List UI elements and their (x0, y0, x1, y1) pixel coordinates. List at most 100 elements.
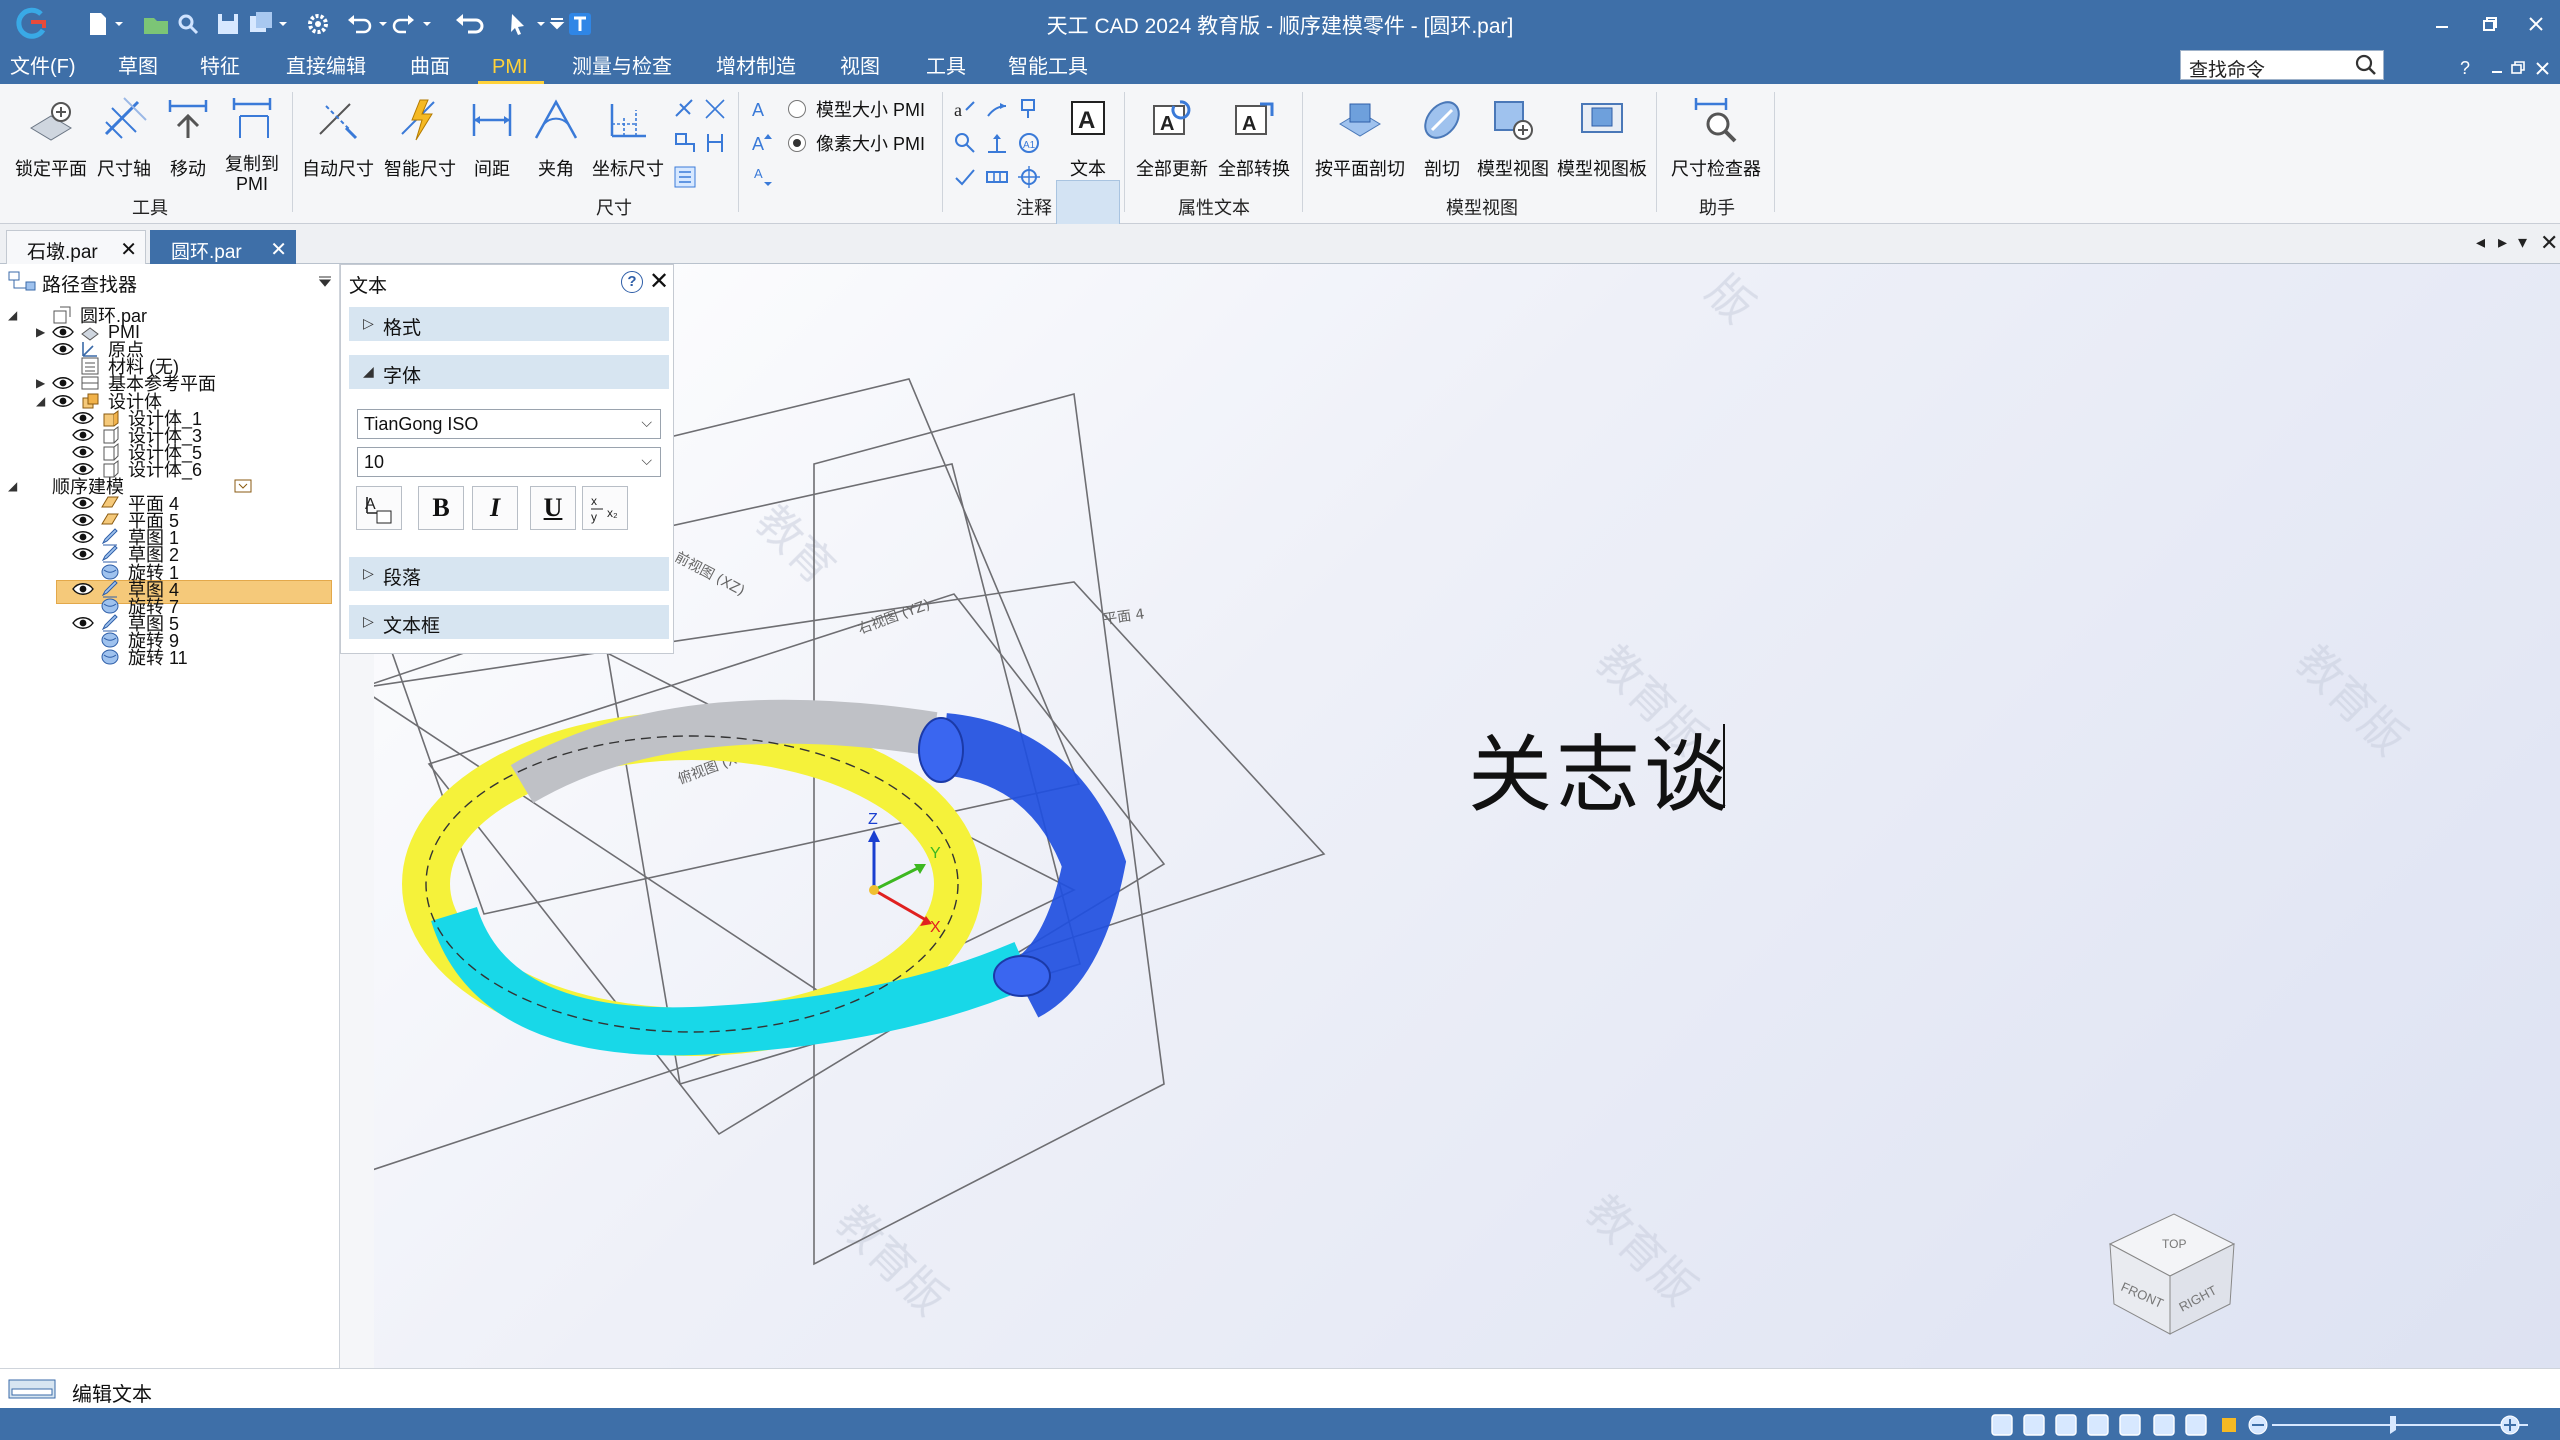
annotation-text[interactable]: 关志谈 (1468, 708, 1732, 829)
menu-tools[interactable]: 工具 (926, 54, 966, 80)
tab-stone-pier[interactable]: 石墩.par ✕ (6, 230, 146, 264)
view-orient-icon[interactable] (2153, 1414, 2175, 1436)
help-icon[interactable]: ? (621, 271, 643, 293)
back-icon[interactable] (450, 10, 490, 38)
menu-feature[interactable]: 特征 (200, 54, 240, 80)
dim-tool-icon-5[interactable] (672, 164, 698, 190)
zoom-icon[interactable] (2055, 1414, 2077, 1436)
restore-doc-icon[interactable] (2510, 58, 2528, 78)
dim-tool-icon-4[interactable] (702, 130, 728, 156)
save-icon[interactable] (212, 10, 246, 38)
dropdown-arrow-icon[interactable] (534, 10, 548, 38)
italic-button[interactable]: I (472, 486, 518, 530)
pan-icon[interactable] (2087, 1414, 2109, 1436)
select-arrow-icon[interactable] (504, 10, 534, 38)
minimize-button[interactable] (2422, 8, 2462, 40)
dim-checker-button[interactable]: 尺寸检查器 (1664, 94, 1768, 181)
leader-annot-icon[interactable]: a (952, 96, 978, 122)
text-size-icon[interactable]: A (750, 96, 776, 122)
tab-list-icon[interactable]: ▾ (2518, 232, 2527, 253)
underline-button[interactable]: U (530, 486, 576, 530)
dropdown-arrow-icon[interactable] (376, 10, 390, 38)
close-icon[interactable]: ✕ (649, 267, 669, 296)
smart-dim-button[interactable]: 智能尺寸 (380, 94, 460, 181)
help-icon[interactable]: ? (2456, 58, 2476, 78)
text-button[interactable]: A 文本 (1058, 94, 1118, 181)
customize-arrow-icon[interactable] (548, 10, 566, 38)
minimize-doc-icon[interactable] (2490, 58, 2506, 78)
dropdown-arrow-icon[interactable] (420, 10, 434, 38)
view-cube[interactable]: TOP FRONT RIGHT (2108, 1213, 2236, 1335)
search-icon[interactable] (2352, 52, 2380, 78)
torus-cut-face-top[interactable] (918, 717, 964, 783)
move-button[interactable]: 移动 (160, 94, 216, 181)
close-all-tabs-icon[interactable]: ✕ (2540, 230, 2558, 256)
close-tab-icon[interactable]: ✕ (270, 237, 287, 262)
zoom-slider-thumb[interactable] (2390, 1416, 2396, 1434)
menu-measure[interactable]: 测量与检查 (572, 54, 672, 80)
coord-dim-button[interactable]: 坐标尺寸 (588, 94, 668, 181)
angle-button[interactable]: 夹角 (526, 94, 586, 181)
close-tab-icon[interactable]: ✕ (120, 237, 137, 262)
text-tool-icon[interactable] (566, 10, 594, 38)
model-size-pmi-radio[interactable]: 模型大小 PMI (788, 96, 925, 122)
font-size-select[interactable]: 10 ⌵ (357, 447, 661, 477)
text-grow-icon[interactable]: A (750, 130, 776, 156)
text-shrink-icon[interactable]: A (750, 162, 776, 188)
torus-cut-face-bottom[interactable] (993, 955, 1051, 997)
menu-surface[interactable]: 曲面 (410, 54, 450, 80)
ruler-axis-button[interactable]: 尺寸轴 (90, 94, 158, 181)
close-doc-icon[interactable] (2534, 58, 2552, 78)
update-all-button[interactable]: A 全部更新 (1132, 94, 1212, 181)
zoom-area-icon[interactable] (1991, 1414, 2013, 1436)
convert-all-button[interactable]: A 全部转换 (1214, 94, 1294, 181)
menu-sketch[interactable]: 草图 (118, 54, 158, 80)
dropdown-arrow-icon[interactable] (112, 10, 126, 38)
command-bar-icon[interactable] (8, 1379, 56, 1399)
redo-icon[interactable] (390, 10, 420, 38)
dim-tool-icon-3[interactable] (672, 130, 698, 156)
close-window-button[interactable] (2516, 8, 2556, 40)
restore-button[interactable] (2470, 8, 2510, 40)
stack-text-button[interactable]: x y x₂ (582, 486, 628, 530)
zoom-fit-icon[interactable] (2023, 1414, 2045, 1436)
menu-pmi[interactable]: PMI (492, 54, 528, 80)
tab-torus[interactable]: 圆环.par ✕ (150, 230, 296, 264)
app-logo-icon[interactable] (14, 6, 48, 42)
section-format[interactable]: ▷ 格式 (349, 307, 669, 341)
tab-scroll-right-icon[interactable]: ▸ (2498, 232, 2507, 253)
render-style-icon[interactable] (2185, 1414, 2207, 1436)
model-view-button[interactable]: 模型视图 (1474, 94, 1552, 181)
frame-annot-icon[interactable] (984, 164, 1010, 190)
section-button[interactable]: 剖切 (1414, 94, 1470, 181)
auto-dim-button[interactable]: 自动尺寸 (300, 94, 376, 181)
collapse-icon[interactable]: ◢ (8, 308, 24, 322)
collapse-icon[interactable]: ◢ (36, 394, 52, 408)
menu-file[interactable]: 文件(F) (10, 54, 76, 80)
pixel-size-pmi-radio[interactable]: 像素大小 PMI (788, 130, 925, 156)
dropdown-arrow-icon[interactable] (276, 10, 290, 38)
section-by-plane-button[interactable]: 按平面剖切 (1312, 94, 1408, 181)
undo-icon[interactable] (342, 10, 376, 38)
color-style-icon[interactable] (2222, 1418, 2236, 1432)
torus-model[interactable] (402, 699, 1127, 1056)
dropdown-check-icon[interactable] (234, 479, 252, 493)
section-textbox[interactable]: ▷ 文本框 (349, 605, 669, 639)
copy-to-pmi-button[interactable]: 复制到 PMI (216, 94, 288, 194)
menu-additive[interactable]: 增材制造 (716, 54, 796, 80)
target-annot-icon[interactable] (1016, 164, 1042, 190)
lock-plane-button[interactable]: 锁定平面 (12, 94, 90, 181)
surface-annot-icon[interactable]: A1 (1016, 130, 1042, 156)
new-file-icon[interactable] (84, 10, 112, 38)
model-scene[interactable]: 版 教育 教育版 教育版 教育版 教育版 前视图 (XZ) 右视图 (YZ) 平… (374, 264, 2560, 1368)
plane4-outline[interactable] (374, 581, 1326, 1174)
arrow-annot-icon[interactable] (984, 96, 1010, 122)
menu-smart-tools[interactable]: 智能工具 (1008, 54, 1088, 80)
text-fit-button[interactable]: A (356, 486, 402, 530)
collapse-icon[interactable]: ◢ (8, 479, 24, 493)
open-file-icon[interactable] (140, 10, 174, 38)
tree-item[interactable]: 旋转 11 (56, 644, 188, 670)
settings-icon[interactable] (300, 10, 336, 38)
weld-annot-icon[interactable] (952, 164, 978, 190)
dim-tool-icon-1[interactable] (672, 96, 698, 122)
